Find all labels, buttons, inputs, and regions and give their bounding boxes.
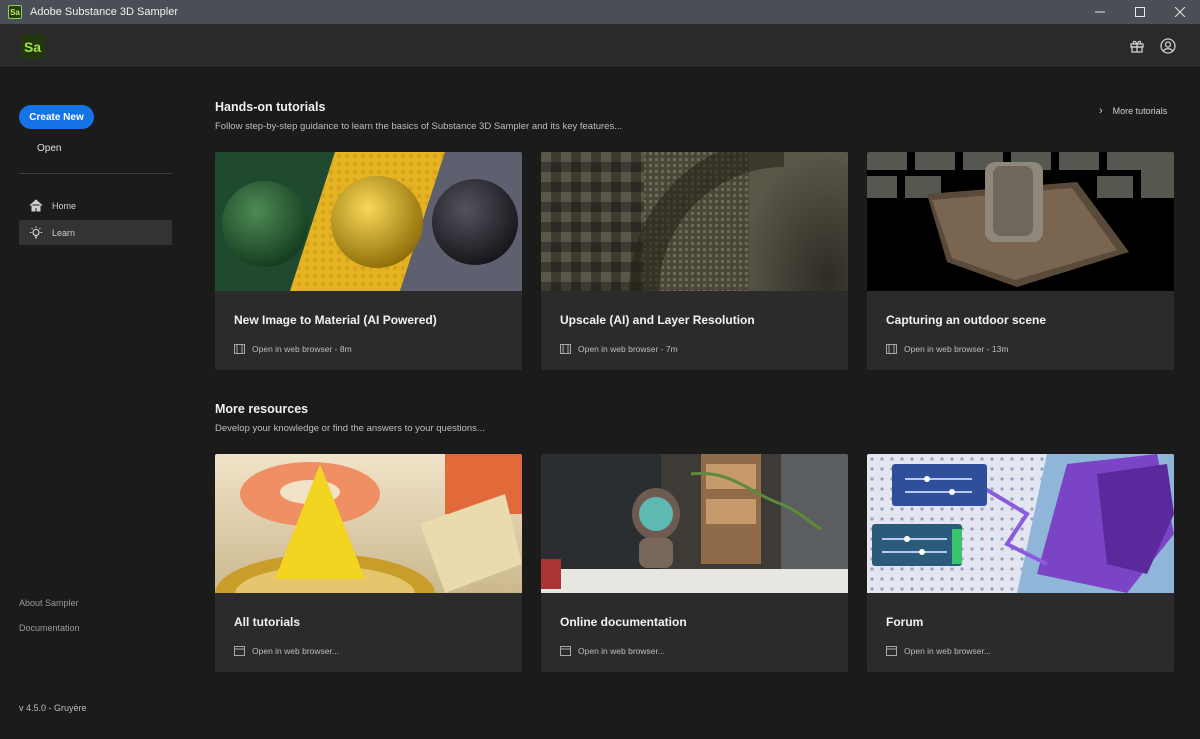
card-meta-text: Open in web browser... xyxy=(252,646,339,656)
sampler-logo[interactable]: Sa xyxy=(20,34,45,59)
card-title: New Image to Material (AI Powered) xyxy=(234,313,437,327)
resource-thumbnail xyxy=(215,454,522,593)
resource-card[interactable]: All tutorials Open in web browser... xyxy=(215,454,522,672)
tutorial-card[interactable]: Capturing an outdoor scene Open in web b… xyxy=(867,152,1174,370)
lightbulb-icon xyxy=(29,226,43,240)
resources-title: More resources xyxy=(215,402,309,416)
card-title: Forum xyxy=(886,615,924,629)
documentation-link[interactable]: Documentation xyxy=(19,623,80,633)
minimize-button[interactable] xyxy=(1080,0,1120,24)
video-icon xyxy=(560,344,571,354)
card-meta: Open in web browser - 8m xyxy=(234,344,352,354)
tutorial-thumbnail xyxy=(541,152,848,291)
tutorial-thumbnail xyxy=(215,152,522,291)
more-tutorials-link[interactable]: › More tutorials xyxy=(1099,105,1167,117)
window-titlebar: Sa Adobe Substance 3D Sampler xyxy=(0,0,1200,24)
card-meta: Open in web browser... xyxy=(886,646,991,656)
user-icon[interactable] xyxy=(1160,38,1176,54)
card-title: Capturing an outdoor scene xyxy=(886,313,1047,327)
card-title: All tutorials xyxy=(234,615,301,629)
window-title: Adobe Substance 3D Sampler xyxy=(30,6,178,18)
sidebar-item-label: Home xyxy=(52,200,77,211)
about-sampler-link[interactable]: About Sampler xyxy=(19,598,79,608)
version-label: v 4.5.0 - Gruyère xyxy=(19,703,87,713)
tutorials-title: Hands-on tutorials xyxy=(215,100,326,114)
resource-thumbnail xyxy=(541,454,848,593)
resources-subtitle: Develop your knowledge or find the answe… xyxy=(215,423,485,434)
card-meta-text: Open in web browser - 7m xyxy=(578,344,678,354)
resource-card[interactable]: Online documentation Open in web browser… xyxy=(541,454,848,672)
browser-icon xyxy=(560,646,571,656)
more-tutorials-label: More tutorials xyxy=(1112,106,1168,116)
tutorial-card[interactable]: Upscale (AI) and Layer Resolution Open i… xyxy=(541,152,848,370)
card-meta: Open in web browser - 13m xyxy=(886,344,1008,354)
maximize-icon xyxy=(1135,7,1145,17)
sidebar-divider xyxy=(19,173,172,174)
create-new-button[interactable]: Create New xyxy=(19,105,94,129)
open-link[interactable]: Open xyxy=(37,143,61,154)
card-meta: Open in web browser... xyxy=(560,646,665,656)
sidebar-item-learn[interactable]: Learn xyxy=(19,220,172,245)
card-title: Upscale (AI) and Layer Resolution xyxy=(560,313,755,327)
card-meta-text: Open in web browser... xyxy=(578,646,665,656)
minimize-icon xyxy=(1095,11,1105,13)
video-icon xyxy=(234,344,245,354)
close-icon xyxy=(1175,7,1185,17)
card-meta-text: Open in web browser - 13m xyxy=(904,344,1009,354)
home-icon xyxy=(29,199,43,213)
card-meta-text: Open in web browser - 8m xyxy=(252,344,352,354)
tutorials-subtitle: Follow step-by-step guidance to learn th… xyxy=(215,121,623,132)
window-controls xyxy=(1080,0,1200,24)
app-icon: Sa xyxy=(8,5,22,19)
chevron-right-icon: › xyxy=(1099,105,1103,117)
browser-icon xyxy=(886,646,897,656)
sidebar-item-home[interactable]: Home xyxy=(19,193,172,218)
resource-thumbnail xyxy=(867,454,1174,593)
browser-icon xyxy=(234,646,245,656)
app-header: Sa xyxy=(0,24,1200,68)
gift-icon[interactable] xyxy=(1129,38,1145,54)
resource-card[interactable]: Forum Open in web browser... xyxy=(867,454,1174,672)
tutorial-card[interactable]: New Image to Material (AI Powered) Open … xyxy=(215,152,522,370)
card-meta: Open in web browser - 7m xyxy=(560,344,678,354)
card-meta: Open in web browser... xyxy=(234,646,339,656)
card-meta-text: Open in web browser... xyxy=(904,646,991,656)
video-icon xyxy=(886,344,897,354)
maximize-button[interactable] xyxy=(1120,0,1160,24)
sidebar: Create New Open Home Learn About Sampler… xyxy=(0,68,190,739)
sidebar-item-label: Learn xyxy=(52,227,76,238)
card-title: Online documentation xyxy=(560,615,687,629)
close-button[interactable] xyxy=(1160,0,1200,24)
tutorial-thumbnail xyxy=(867,152,1174,291)
